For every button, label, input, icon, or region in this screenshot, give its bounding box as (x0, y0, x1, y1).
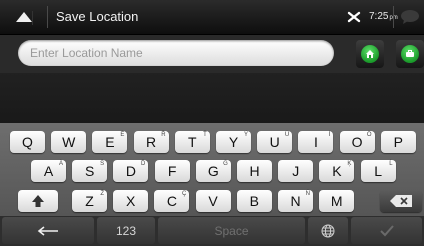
key-n[interactable]: NÑ (278, 190, 313, 212)
shift-key[interactable] (18, 190, 58, 212)
key-label: W (62, 134, 76, 150)
key-alt-label: Ř (161, 132, 166, 138)
key-label: S (85, 163, 95, 179)
key-label: U (269, 134, 280, 150)
key-alt-label: Ö (366, 132, 372, 138)
key-alt-label: Ý (243, 132, 248, 138)
key-d[interactable]: DĎ (113, 160, 149, 182)
numbers-key[interactable]: 123 (97, 217, 155, 244)
key-alt-label: Ť (203, 132, 207, 138)
back-button[interactable] (0, 0, 48, 34)
key-g[interactable]: GĞ (195, 160, 231, 182)
key-alt-label: Ü (284, 132, 290, 138)
key-t[interactable]: TŤ (174, 131, 210, 153)
key-label: O (351, 134, 363, 150)
space-key[interactable]: Space (158, 217, 305, 244)
key-alt-label: Ñ (305, 191, 310, 197)
key-f[interactable]: F (154, 160, 190, 182)
back-arrow-key[interactable] (2, 217, 94, 244)
key-label: G (207, 163, 219, 179)
key-label: P (393, 134, 403, 150)
key-label: F (167, 163, 177, 179)
key-c[interactable]: CÇ (154, 190, 190, 212)
language-key[interactable] (308, 217, 348, 244)
key-p[interactable]: P (380, 131, 416, 153)
key-v[interactable]: V (195, 190, 231, 212)
key-label: A (43, 163, 54, 179)
results-area (0, 73, 424, 123)
clock-time: 7:25 (369, 11, 389, 22)
key-label: H (249, 163, 260, 179)
key-label: Q (22, 134, 33, 150)
key-a[interactable]: AÀ (31, 160, 66, 182)
speech-bubble-icon (401, 10, 419, 24)
key-l[interactable]: LĹ (360, 160, 396, 182)
text-caret (32, 11, 33, 25)
gps-signal-icon (347, 11, 361, 23)
key-alt-label: Ď (141, 161, 146, 167)
caret-up-icon (16, 12, 32, 22)
key-label: T (188, 134, 197, 150)
key-x[interactable]: X (113, 190, 149, 212)
key-label: C (166, 193, 177, 209)
key-alt-label: Ç (182, 191, 187, 197)
key-label: L (374, 163, 382, 179)
key-b[interactable]: B (236, 190, 272, 212)
key-label: K (332, 163, 342, 179)
key-h[interactable]: H (237, 160, 272, 182)
home-icon (361, 45, 379, 63)
key-k[interactable]: KĶ (319, 160, 355, 182)
key-label: N (290, 193, 301, 209)
message-button[interactable] (399, 6, 421, 28)
key-label: Z (85, 193, 94, 209)
key-j[interactable]: J (278, 160, 314, 182)
key-label: Y (228, 134, 239, 150)
key-label: X (126, 193, 136, 209)
key-label: J (292, 163, 300, 179)
key-label: D (125, 163, 136, 179)
globe-icon (321, 224, 335, 237)
shift-arrow-icon (32, 195, 44, 207)
key-label: R (146, 134, 157, 150)
divider (393, 6, 394, 28)
done-key[interactable] (351, 217, 422, 244)
key-y[interactable]: YÝ (216, 131, 251, 153)
key-i[interactable]: IÍ (298, 131, 334, 153)
key-label: V (208, 193, 218, 209)
input-row (0, 35, 424, 73)
home-button[interactable] (356, 40, 384, 68)
backspace-key[interactable] (380, 190, 422, 212)
key-o[interactable]: OÖ (339, 131, 375, 153)
key-alt-label: Ğ (223, 161, 228, 167)
work-button[interactable] (396, 40, 424, 68)
key-r[interactable]: RŘ (133, 131, 169, 153)
key-label: E (105, 134, 115, 150)
key-alt-label: À (58, 161, 63, 167)
key-m[interactable]: M (319, 190, 355, 212)
briefcase-icon (401, 45, 419, 63)
key-label: B (249, 193, 259, 209)
key-label: M (330, 193, 343, 209)
key-alt-label: È (120, 132, 125, 138)
checkmark-icon (379, 224, 394, 236)
key-alt-label: Ķ (347, 161, 352, 167)
key-w[interactable]: W (51, 131, 87, 153)
key-alt-label: Ĺ (389, 161, 393, 167)
key-z[interactable]: ZŽ (72, 190, 107, 212)
page-title: Save Location (56, 9, 139, 24)
key-e[interactable]: EÈ (92, 131, 128, 153)
key-alt-label: Ž (100, 191, 104, 197)
backspace-icon (390, 195, 412, 207)
key-label: I (313, 134, 318, 150)
arrow-left-icon (37, 225, 58, 236)
key-alt-label: Š (100, 161, 105, 167)
location-name-input[interactable] (18, 40, 334, 66)
key-u[interactable]: UÜ (257, 131, 293, 153)
key-q[interactable]: Q (10, 131, 45, 153)
key-alt-label: Í (328, 132, 331, 138)
top-bar: Save Location 7:25pm (0, 0, 424, 35)
key-s[interactable]: SŠ (72, 160, 108, 182)
